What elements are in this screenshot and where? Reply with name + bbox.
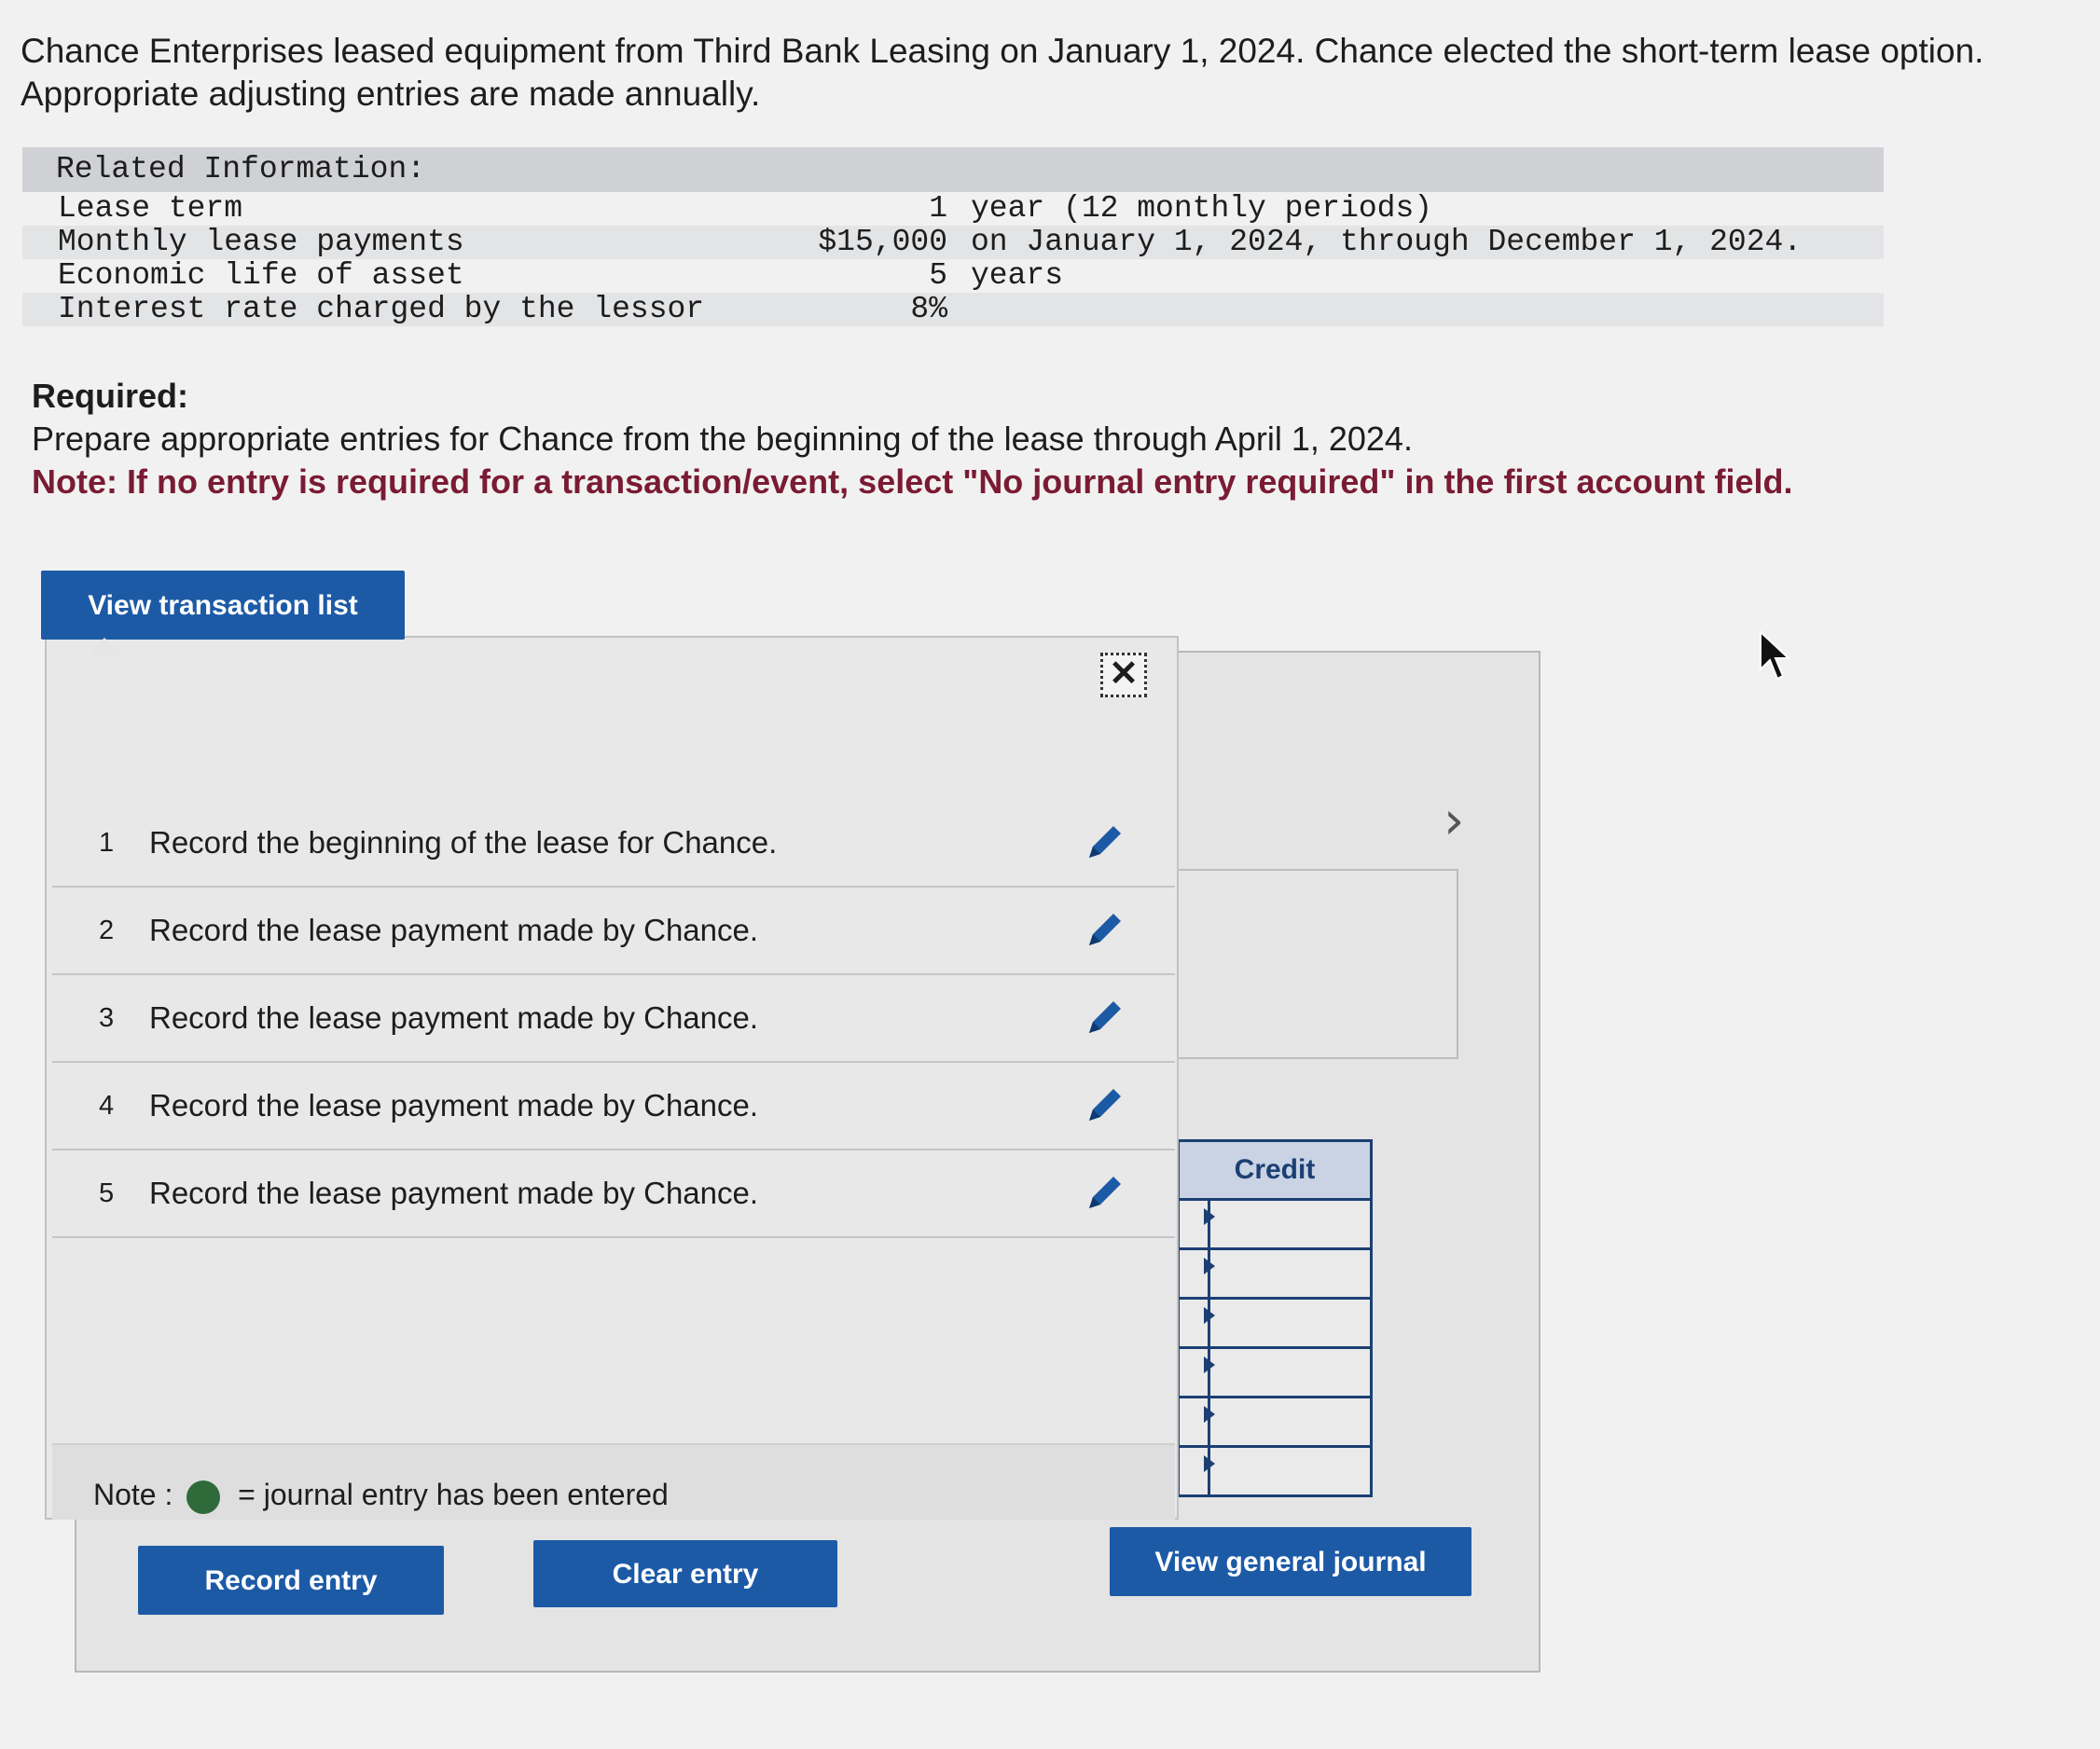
transaction-text: Record the beginning of the lease for Ch…	[149, 825, 778, 860]
transaction-text: Record the lease payment made by Chance.	[149, 913, 759, 947]
info-label: Lease term	[58, 191, 243, 226]
info-detail: years	[971, 258, 1064, 293]
close-icon[interactable]: ✕	[1100, 653, 1147, 697]
credit-header: Credit	[1177, 1139, 1373, 1201]
required-note: Note: If no entry is required for a tran…	[32, 462, 1793, 501]
pencil-icon[interactable]	[1082, 819, 1128, 865]
credit-column: Credit	[1177, 1139, 1373, 1497]
info-value: 8%	[910, 292, 947, 326]
transaction-item[interactable]: 2 Record the lease payment made by Chanc…	[52, 888, 1175, 975]
transaction-text: Record the lease payment made by Chance.	[149, 1000, 759, 1035]
entered-dot-icon	[187, 1480, 221, 1514]
info-label: Economic life of asset	[58, 258, 464, 293]
transaction-number: 2	[99, 916, 115, 945]
credit-cell[interactable]	[1177, 1448, 1373, 1497]
chevron-right-icon[interactable]: ›	[1444, 791, 1464, 851]
view-transaction-list-button[interactable]: View transaction list	[41, 571, 405, 654]
pencil-icon[interactable]	[1082, 994, 1128, 1040]
related-info-header: Related Information:	[22, 147, 1884, 192]
required-section: Required: Prepare appropriate entries fo…	[32, 375, 2065, 503]
entered-legend: Note : = journal entry has been entered	[93, 1471, 669, 1518]
clear-entry-button[interactable]: Clear entry	[533, 1540, 837, 1607]
info-label: Interest rate charged by the lessor	[58, 292, 705, 326]
transaction-number: 1	[99, 828, 115, 858]
credit-cell[interactable]	[1177, 1300, 1373, 1349]
credit-cell[interactable]	[1177, 1349, 1373, 1398]
credit-cell[interactable]	[1177, 1250, 1373, 1300]
pencil-icon[interactable]	[1082, 1081, 1128, 1128]
info-value: 1	[929, 191, 947, 226]
info-row: Monthly lease payments $15,000 on Januar…	[22, 226, 1884, 259]
pencil-icon[interactable]	[1082, 906, 1128, 953]
transaction-text: Record the lease payment made by Chance.	[149, 1088, 759, 1122]
required-title: Required:	[32, 377, 189, 415]
transaction-list: 1 Record the beginning of the lease for …	[52, 800, 1175, 1238]
transaction-item[interactable]: 1 Record the beginning of the lease for …	[52, 800, 1175, 888]
info-row: Interest rate charged by the lessor 8%	[22, 293, 1884, 326]
info-label: Monthly lease payments	[58, 225, 464, 259]
info-value: 5	[929, 258, 947, 293]
intro-line-2: Appropriate adjusting entries are made a…	[21, 75, 761, 113]
worksheet-placeholder-box	[1177, 869, 1458, 1059]
related-info-table: Related Information: Lease term 1 year (…	[22, 147, 1884, 326]
problem-intro: Chance Enterprises leased equipment from…	[21, 30, 2072, 116]
info-row: Lease term 1 year (12 monthly periods)	[22, 192, 1884, 226]
credit-cell[interactable]	[1177, 1398, 1373, 1448]
info-detail: on January 1, 2024, through December 1, …	[971, 225, 1803, 259]
view-general-journal-button[interactable]: View general journal	[1110, 1527, 1471, 1596]
transaction-number: 3	[99, 1003, 115, 1033]
transaction-item[interactable]: 4 Record the lease payment made by Chanc…	[52, 1063, 1175, 1150]
info-detail: year (12 monthly periods)	[971, 191, 1433, 226]
note-text: = journal entry has been entered	[238, 1478, 669, 1511]
record-entry-button[interactable]: Record entry	[138, 1546, 444, 1615]
transaction-number: 4	[99, 1091, 115, 1121]
pencil-icon[interactable]	[1082, 1169, 1128, 1216]
intro-line-1: Chance Enterprises leased equipment from…	[21, 32, 1984, 70]
credit-cell[interactable]	[1177, 1201, 1373, 1250]
transaction-number: 5	[99, 1178, 115, 1208]
info-row: Economic life of asset 5 years	[22, 259, 1884, 293]
mouse-cursor-icon	[1760, 630, 1791, 681]
transaction-text: Record the lease payment made by Chance.	[149, 1176, 759, 1210]
transaction-item[interactable]: 5 Record the lease payment made by Chanc…	[52, 1150, 1175, 1238]
info-value: $15,000	[818, 225, 947, 259]
transaction-item[interactable]: 3 Record the lease payment made by Chanc…	[52, 975, 1175, 1063]
note-label: Note :	[93, 1478, 173, 1511]
required-text: Prepare appropriate entries for Chance f…	[32, 420, 1413, 458]
